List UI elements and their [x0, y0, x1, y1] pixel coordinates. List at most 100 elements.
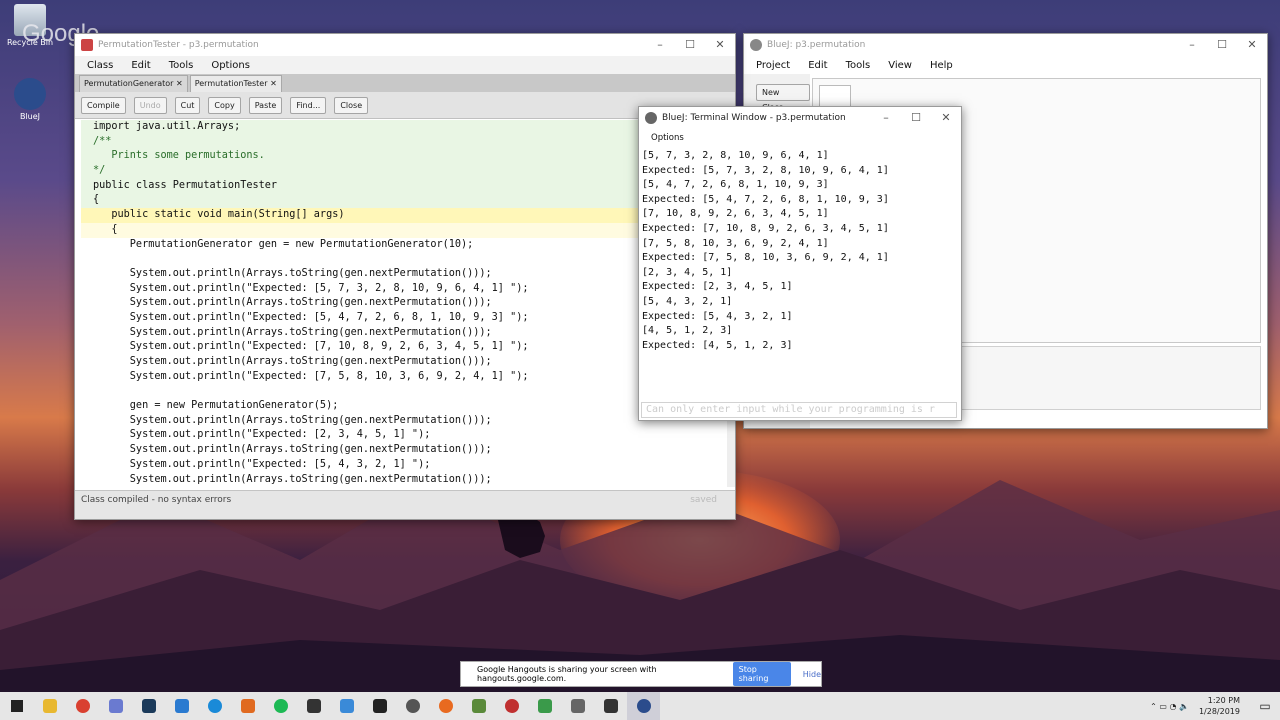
maximize-icon[interactable]: ☐: [901, 107, 931, 129]
code-line[interactable]: System.out.println("Expected: [5, 4, 7, …: [81, 310, 727, 326]
maximize-icon[interactable]: ☐: [675, 34, 705, 56]
close-icon[interactable]: ✕: [1237, 34, 1267, 56]
minimize-icon[interactable]: –: [1177, 34, 1207, 56]
code-line[interactable]: System.out.println(Arrays.toString(gen.n…: [81, 266, 727, 282]
taskbar-bluej[interactable]: [627, 692, 660, 720]
code-line[interactable]: System.out.println("Expected: [5, 4, 3, …: [81, 457, 727, 473]
hide-button[interactable]: Hide: [803, 670, 821, 679]
taskbar-discord[interactable]: [99, 692, 132, 720]
bluej-shortcut[interactable]: BlueJ: [0, 78, 60, 121]
terminal-input[interactable]: Can only enter input while your programm…: [641, 402, 957, 418]
code-line[interactable]: System.out.println(Arrays.toString(gen.n…: [81, 355, 727, 370]
output-line: [5, 4, 7, 2, 6, 8, 1, 10, 9, 3]: [642, 179, 829, 191]
tab-permutation-generator[interactable]: PermutationGenerator ✕: [79, 75, 188, 92]
close-tab-icon[interactable]: ✕: [270, 79, 277, 88]
tray-icons[interactable]: ⌃ ▭ ◔ 🔈: [1150, 702, 1189, 711]
code-line[interactable]: System.out.println(Arrays.toString(gen.n…: [81, 413, 727, 429]
code-line[interactable]: Prints some permutations.: [81, 149, 727, 164]
code-line[interactable]: System.out.println(Arrays.toString(gen.n…: [81, 325, 727, 341]
code-line[interactable]: System.out.println(Arrays.toString(gen.n…: [81, 296, 727, 311]
menu-options[interactable]: Options: [211, 60, 250, 71]
taskbar-vscode[interactable]: [165, 692, 198, 720]
code-line[interactable]: /**: [81, 135, 727, 150]
menu-edit[interactable]: Edit: [131, 60, 150, 71]
taskbar-app-red[interactable]: [495, 692, 528, 720]
code-line[interactable]: [81, 384, 727, 400]
notifications-icon[interactable]: ▭: [1250, 699, 1280, 713]
output-line: Expected: [5, 4, 3, 2, 1]: [642, 310, 793, 322]
bluej-icon: [636, 699, 651, 713]
code-line[interactable]: PermutationGenerator gen = new Permutati…: [81, 237, 727, 253]
stop-sharing-button[interactable]: Stop sharing: [732, 662, 791, 686]
taskbar-app-gray[interactable]: [561, 692, 594, 720]
taskbar-app-green[interactable]: [528, 692, 561, 720]
code-editor[interactable]: import java.util.Arrays;/** Prints some …: [81, 120, 727, 487]
output-line: [5, 7, 3, 2, 8, 10, 9, 6, 4, 1]: [642, 150, 829, 161]
taskbar-firefox[interactable]: [429, 692, 462, 720]
code-line[interactable]: [81, 252, 727, 267]
menu-options[interactable]: Options: [651, 133, 684, 143]
menu-tools[interactable]: Tools: [169, 60, 194, 71]
code-line[interactable]: import java.util.Arrays;: [81, 120, 727, 135]
tab-label: PermutationGenerator: [84, 79, 174, 88]
tab-permutation-tester[interactable]: PermutationTester ✕: [189, 75, 282, 92]
compile-button[interactable]: Compile: [81, 96, 126, 114]
find-button[interactable]: Find...: [290, 96, 327, 114]
close-tab-icon[interactable]: ✕: [176, 79, 183, 88]
menu-edit[interactable]: Edit: [808, 60, 827, 71]
code-line[interactable]: System.out.println("Expected: [7, 5, 8, …: [81, 369, 727, 385]
output-line: [2, 3, 4, 5, 1]: [642, 266, 733, 278]
close-button[interactable]: Close: [334, 96, 369, 114]
code-line[interactable]: System.out.println("Expected: [2, 3, 4, …: [81, 428, 727, 444]
code-line[interactable]: {: [81, 222, 727, 238]
close-icon[interactable]: ✕: [705, 34, 735, 56]
output-line: Expected: [2, 3, 4, 5, 1]: [642, 281, 793, 293]
code-line[interactable]: System.out.println("Expected: [7, 10, 8,…: [81, 340, 727, 355]
menu-project[interactable]: Project: [756, 60, 790, 71]
code-line[interactable]: System.out.println(Arrays.toString(gen.n…: [81, 472, 727, 487]
taskbar-notepad[interactable]: [330, 692, 363, 720]
menu-help[interactable]: Help: [930, 60, 953, 71]
output-line: [4, 5, 1, 2, 3]: [642, 325, 733, 337]
editor-title: PermutationTester - p3.permutation: [98, 40, 259, 50]
taskbar-spotify[interactable]: [264, 692, 297, 720]
minimize-icon[interactable]: –: [871, 107, 901, 129]
code-line[interactable]: public class PermutationTester: [81, 179, 727, 194]
taskbar-epic[interactable]: [297, 692, 330, 720]
minimize-icon[interactable]: –: [645, 34, 675, 56]
menu-class[interactable]: Class: [87, 60, 113, 71]
taskbar-steam[interactable]: [132, 692, 165, 720]
code-line[interactable]: public static void main(String[] args): [81, 208, 727, 223]
terminal-output: [5, 7, 3, 2, 8, 10, 9, 6, 4, 1] Expected:…: [640, 149, 960, 405]
clock-date[interactable]: 1/28/2019: [1199, 706, 1240, 717]
taskbar-inkscape[interactable]: [363, 692, 396, 720]
menu-view[interactable]: View: [888, 60, 912, 71]
close-icon[interactable]: ✕: [931, 107, 961, 129]
clock-time[interactable]: 1:20 PM: [1199, 695, 1240, 706]
undo-button[interactable]: Undo: [133, 96, 167, 114]
menu-tools[interactable]: Tools: [846, 60, 871, 71]
code-line[interactable]: System.out.println(Arrays.toString(gen.n…: [81, 443, 727, 458]
taskbar-chrome[interactable]: [66, 692, 99, 720]
start-button[interactable]: [0, 692, 33, 720]
taskbar-settings[interactable]: [396, 692, 429, 720]
taskbar-file-explorer[interactable]: [33, 692, 66, 720]
code-line[interactable]: {: [81, 193, 727, 208]
copy-button[interactable]: Copy: [208, 96, 241, 114]
maximize-icon[interactable]: ☐: [1207, 34, 1237, 56]
bluej-icon: [14, 78, 46, 110]
new-class-button[interactable]: New Class...: [756, 84, 810, 112]
tab-label: PermutationTester: [194, 79, 268, 88]
taskbar-minecraft[interactable]: [462, 692, 495, 720]
chrome-icon: [75, 699, 90, 713]
editor-titlebar: PermutationTester - p3.permutation – ☐ ✕: [75, 34, 735, 56]
code-line[interactable]: System.out.println("Expected: [5, 7, 3, …: [81, 281, 727, 297]
taskbar-calendar[interactable]: [594, 692, 627, 720]
taskbar-app-orange[interactable]: [231, 692, 264, 720]
code-line[interactable]: gen = new PermutationGenerator(5);: [81, 399, 727, 414]
folder-icon: [42, 699, 57, 713]
paste-button[interactable]: Paste: [248, 96, 283, 114]
code-line[interactable]: */: [81, 164, 727, 179]
cut-button[interactable]: Cut: [174, 96, 201, 114]
taskbar-app-blue[interactable]: [198, 692, 231, 720]
